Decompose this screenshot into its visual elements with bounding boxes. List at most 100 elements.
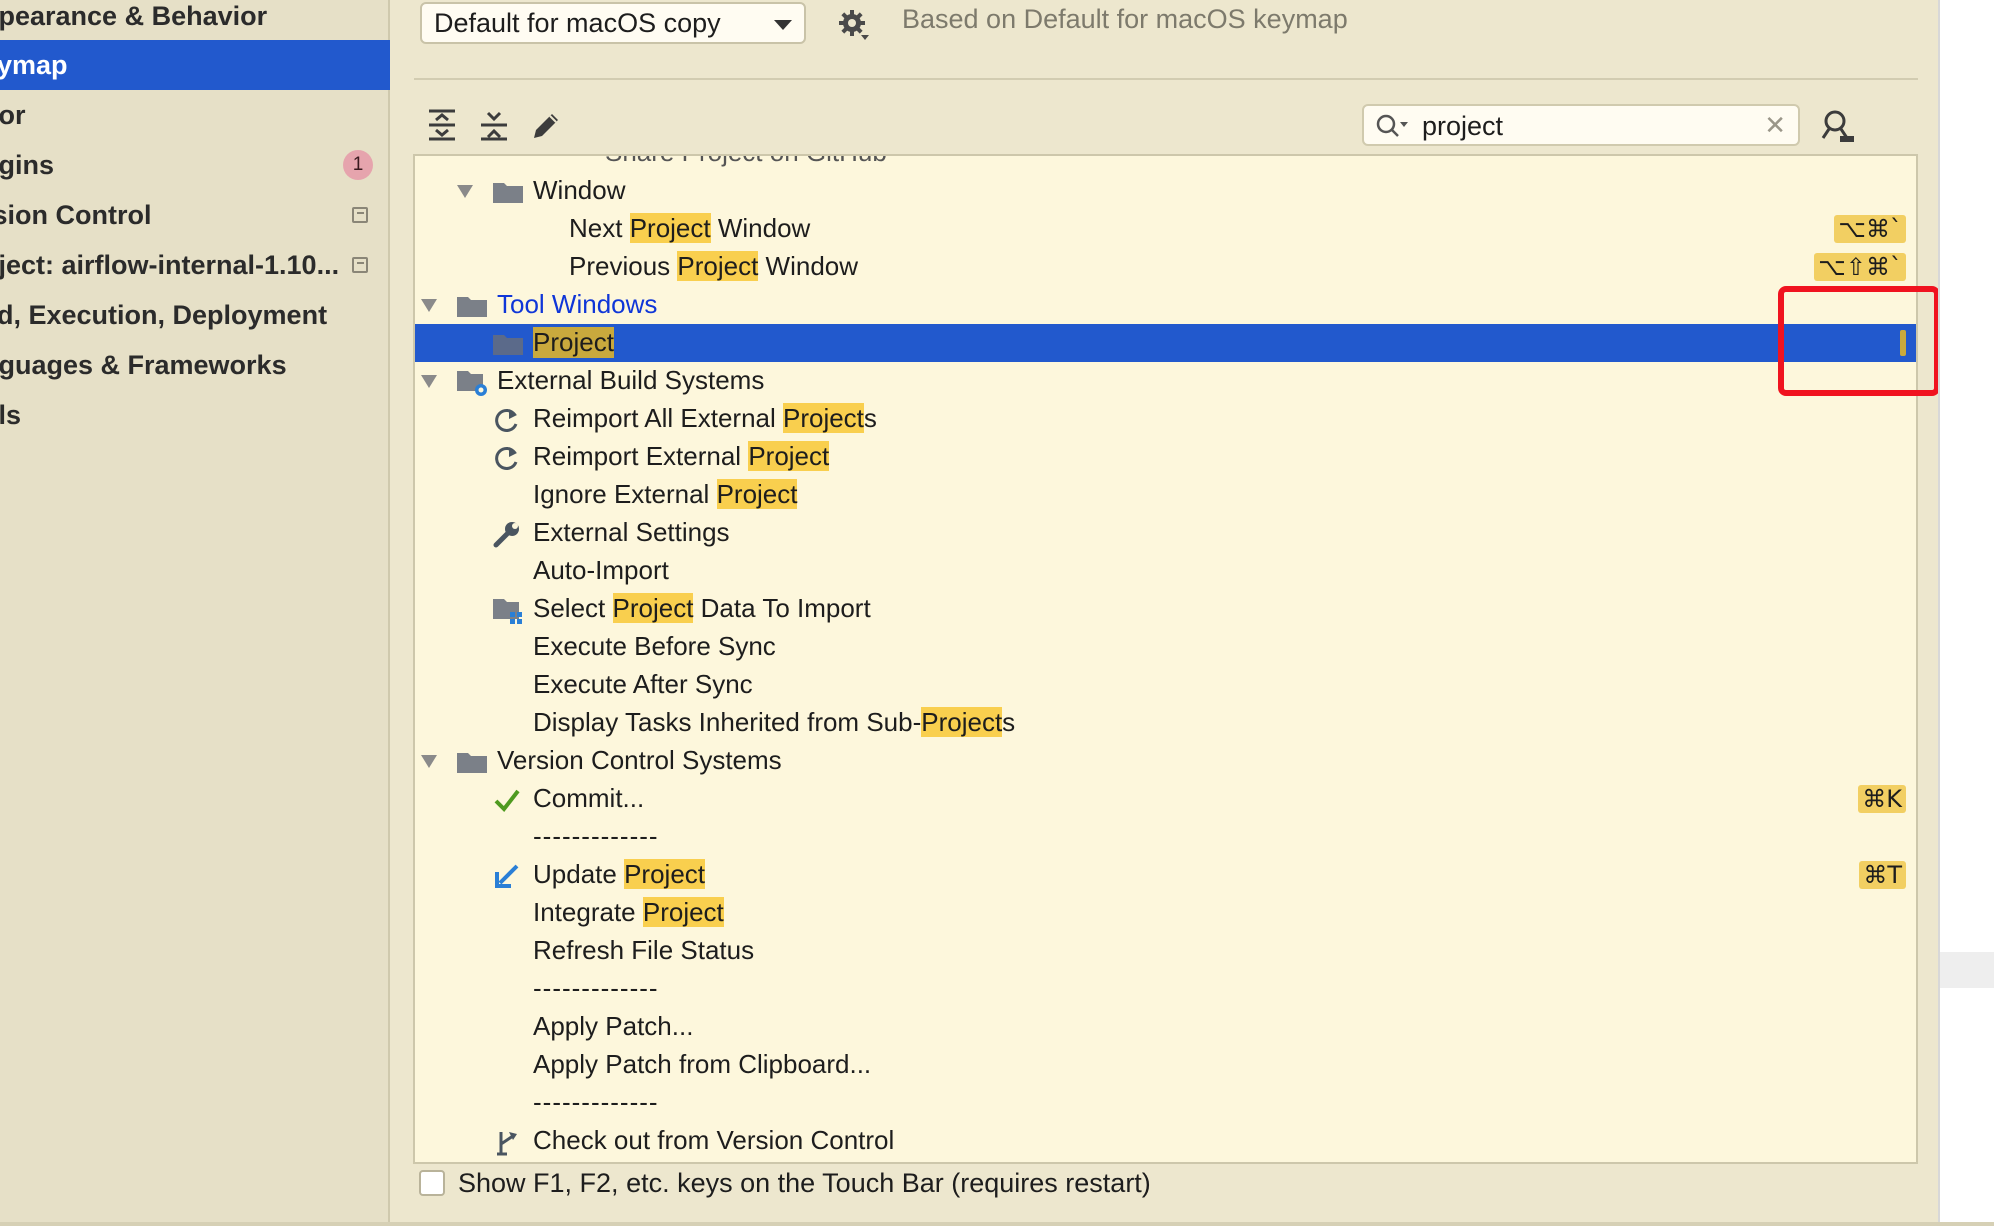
separator-label: -------------: [533, 821, 659, 851]
sidebar-item-plugins[interactable]: ugins 1: [0, 140, 390, 190]
settings-sidebar: ppearance & Behavior eymap itor ugins 1 …: [0, 0, 390, 1226]
shortcut-badge: ⌘K: [1858, 785, 1906, 813]
sidebar-item-label: nguages & Frameworks: [0, 349, 287, 380]
tree-row-separator: -------------: [415, 818, 1916, 856]
tree-row-label: Integrate: [533, 897, 643, 927]
plugins-update-badge: 1: [343, 150, 373, 180]
tree-row-label: Update: [533, 859, 625, 889]
tree-group-label: Version Control Systems: [497, 745, 782, 775]
tree-row-label: Share Project on GitHub: [605, 156, 887, 168]
tree-row-label-rest: Window: [758, 251, 859, 281]
edit-pencil-icon[interactable]: [530, 108, 562, 142]
tree-row-integrate-project[interactable]: Integrate Project: [415, 894, 1916, 932]
chevron-down-icon: [774, 20, 792, 30]
background-window-band: [1940, 952, 1994, 988]
tree-row-label: Display Tasks Inherited from Sub-: [533, 707, 922, 737]
tree-row-label: Commit...: [533, 783, 645, 813]
expand-triangle-icon[interactable]: [421, 755, 437, 768]
sidebar-item-keymap[interactable]: eymap: [0, 40, 390, 90]
tree-group-label: Window: [533, 175, 626, 205]
tree-group-external-build-systems[interactable]: External Build Systems: [415, 362, 1916, 400]
tree-row-update-project[interactable]: Update Project ⌘T: [415, 856, 1916, 894]
tree-group-version-control-systems[interactable]: Version Control Systems: [415, 742, 1916, 780]
tree-row-previous-project-window[interactable]: Previous Project Window ⌥⇧⌘`: [415, 248, 1916, 286]
search-match-highlight: Project: [782, 403, 864, 433]
folder-icon: [457, 753, 487, 773]
expand-triangle-icon[interactable]: [421, 375, 437, 388]
tree-row-execute-after-sync[interactable]: Execute After Sync: [415, 666, 1916, 704]
sidebar-item-label: ols: [0, 399, 22, 430]
sidebar-item-build-execution-deployment[interactable]: ild, Execution, Deployment: [0, 290, 390, 340]
tree-row-label: Project: [533, 327, 614, 358]
search-input[interactable]: project ✕: [1362, 104, 1800, 146]
expand-all-icon[interactable]: [426, 108, 458, 142]
search-input-value: project: [1422, 111, 1504, 141]
tree-row-label: External Settings: [533, 517, 730, 547]
sidebar-item-label: rsion Control: [0, 199, 152, 230]
sidebar-item-project[interactable]: oject: airflow-internal-1.10...: [0, 240, 390, 290]
sidebar-item-label: ugins: [0, 149, 54, 180]
tree-row-label-rest: Data To Import: [693, 593, 871, 623]
tree-row-select-project-data[interactable]: Select Project Data To Import: [415, 590, 1916, 628]
tree-row-apply-patch[interactable]: Apply Patch...: [415, 1008, 1916, 1046]
sidebar-item-label: oject: airflow-internal-1.10...: [0, 249, 340, 280]
touchbar-keys-checkbox[interactable]: [419, 1170, 445, 1196]
expand-triangle-icon[interactable]: [457, 185, 473, 198]
keymap-select-value: Default for macOS copy: [434, 7, 721, 38]
folder-icon: [493, 335, 523, 355]
gear-icon[interactable]: [837, 8, 871, 42]
tree-row-checkout[interactable]: Check out from Version Control: [415, 1122, 1916, 1160]
project-scope-icon: [352, 207, 368, 223]
based-on-label: Based on Default for macOS keymap: [902, 4, 1348, 34]
refresh-icon: [495, 408, 518, 432]
tree-group-label: External Build Systems: [497, 365, 765, 395]
wrench-icon: [493, 522, 519, 548]
sidebar-item-languages-frameworks[interactable]: nguages & Frameworks: [0, 340, 390, 390]
annotation-highlight-box: [1778, 286, 1940, 396]
expand-triangle-icon[interactable]: [421, 299, 437, 312]
tree-row-label: Select: [533, 593, 613, 623]
tree-row-display-tasks[interactable]: Display Tasks Inherited from Sub-Project…: [415, 704, 1916, 742]
sidebar-item-editor[interactable]: itor: [0, 90, 390, 140]
tree-row-reimport-external[interactable]: Reimport External Project: [415, 438, 1916, 476]
tree-group-window[interactable]: Window: [415, 172, 1916, 210]
keymap-select[interactable]: Default for macOS copy: [420, 2, 806, 44]
sidebar-item-label: itor: [0, 99, 26, 130]
divider: [414, 78, 1918, 80]
tree-row-label: Apply Patch...: [533, 1011, 694, 1041]
touchbar-keys-label: Show F1, F2, etc. keys on the Touch Bar …: [458, 1168, 1151, 1198]
tree-row-separator: -------------: [415, 1084, 1916, 1122]
folder-icon: [493, 183, 523, 203]
search-match-highlight: Project: [629, 213, 711, 243]
search-match-highlight: Project: [716, 479, 798, 509]
tree-row-label: Check out from Version Control: [533, 1125, 895, 1155]
sidebar-item-tools[interactable]: ols: [0, 390, 390, 440]
tree-row-next-project-window[interactable]: Next Project Window ⌥⌘`: [415, 210, 1916, 248]
tree-row-apply-patch-clipboard[interactable]: Apply Patch from Clipboard...: [415, 1046, 1916, 1084]
tree-row-reimport-all[interactable]: Reimport All External Projects: [415, 400, 1916, 438]
separator-label: -------------: [533, 973, 659, 1003]
tree-row-auto-import[interactable]: Auto-Import: [415, 552, 1916, 590]
tree-row-refresh-file-status[interactable]: Refresh File Status: [415, 932, 1916, 970]
project-scope-icon: [352, 257, 368, 273]
separator-label: -------------: [533, 1087, 659, 1117]
sidebar-item-appearance[interactable]: ppearance & Behavior: [0, 0, 390, 41]
clear-search-icon[interactable]: ✕: [1764, 110, 1786, 141]
tree-row-label: Refresh File Status: [533, 935, 755, 965]
tree-group-tool-windows[interactable]: Tool Windows: [415, 286, 1916, 324]
tree-group-label: Tool Windows: [497, 289, 658, 319]
tree-row-commit[interactable]: Commit... ⌘K: [415, 780, 1916, 818]
tree-row-project-selected[interactable]: Project: [415, 324, 1916, 362]
tree-row-ignore-external[interactable]: Ignore External Project: [415, 476, 1916, 514]
search-match-highlight: Project: [612, 593, 694, 623]
tree-row-share-project[interactable]: Share Project on GitHub: [415, 156, 1916, 172]
shortcut-badge: ⌘T: [1859, 861, 1906, 889]
update-arrow-icon: [495, 864, 519, 888]
collapse-all-icon[interactable]: [478, 108, 510, 142]
sidebar-item-version-control[interactable]: rsion Control: [0, 190, 390, 240]
keymap-action-tree[interactable]: Share Project on GitHub Window Next Proj…: [413, 154, 1918, 1164]
tree-row-external-settings[interactable]: External Settings: [415, 514, 1916, 552]
find-by-shortcut-icon[interactable]: [1820, 108, 1856, 144]
tree-row-execute-before-sync[interactable]: Execute Before Sync: [415, 628, 1916, 666]
tree-row-label-rest: Window: [710, 213, 811, 243]
